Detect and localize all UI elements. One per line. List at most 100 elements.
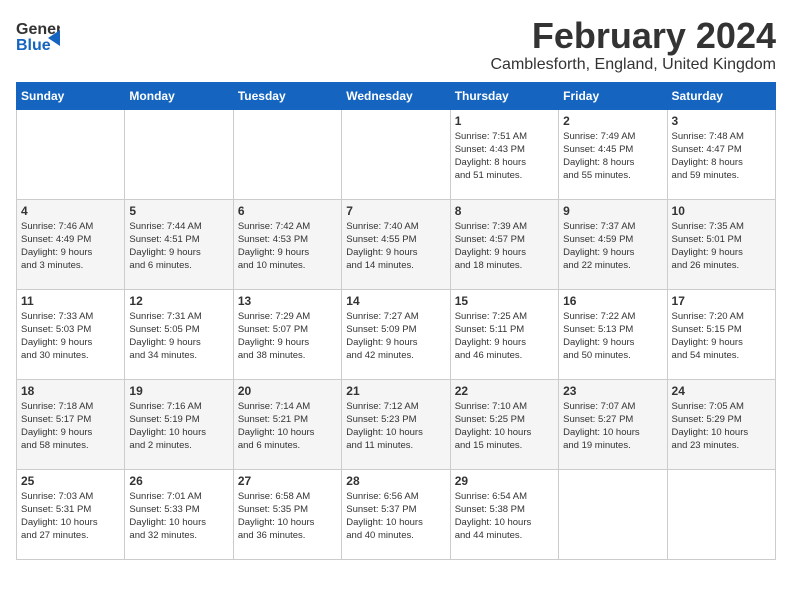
calendar-header-row: SundayMondayTuesdayWednesdayThursdayFrid… [17,82,776,109]
day-content: Sunrise: 7:49 AM Sunset: 4:45 PM Dayligh… [563,130,662,183]
calendar-cell: 20 Sunrise: 7:14 AM Sunset: 5:21 PM Dayli… [233,379,341,469]
day-number: 12 [129,294,228,308]
day-number: 4 [21,204,120,218]
calendar-cell: 12Sunrise: 7:31 AM Sunset: 5:05 PM Dayli… [125,289,233,379]
title-section: February 2024 Camblesforth, England, Uni… [491,16,777,74]
header-day-saturday: Saturday [667,82,775,109]
calendar-table: SundayMondayTuesdayWednesdayThursdayFrid… [16,82,776,560]
calendar-cell [667,469,775,559]
day-content: Sunrise: 7:40 AM Sunset: 4:55 PM Dayligh… [346,220,445,273]
day-content: Sunrise: 7:44 AM Sunset: 4:51 PM Dayligh… [129,220,228,273]
calendar-cell: 14 Sunrise: 7:27 AM Sunset: 5:09 PM Dayli… [342,289,450,379]
day-content: Sunrise: 7:07 AM Sunset: 5:27 PM Dayligh… [563,400,662,453]
day-content: Sunrise: 7:39 AM Sunset: 4:57 PM Dayligh… [455,220,554,273]
day-content: Sunrise: 7:01 AM Sunset: 5:33 PM Dayligh… [129,490,228,543]
day-content: Sunrise: 6:54 AM Sunset: 5:38 PM Dayligh… [455,490,554,543]
header-day-monday: Monday [125,82,233,109]
calendar-cell: 5 Sunrise: 7:44 AM Sunset: 4:51 PM Daylig… [125,199,233,289]
day-content: Sunrise: 7:22 AM Sunset: 5:13 PM Dayligh… [563,310,662,363]
day-number: 13 [238,294,337,308]
day-number: 23 [563,384,662,398]
day-number: 20 [238,384,337,398]
day-content: Sunrise: 7:48 AM Sunset: 4:47 PM Dayligh… [672,130,771,183]
header-day-friday: Friday [559,82,667,109]
day-content: Sunrise: 7:42 AM Sunset: 4:53 PM Dayligh… [238,220,337,273]
header-day-wednesday: Wednesday [342,82,450,109]
calendar-week-row: 11 Sunrise: 7:33 AM Sunset: 5:03 PM Dayli… [17,289,776,379]
header-day-thursday: Thursday [450,82,558,109]
location-title: Camblesforth, England, United Kingdom [491,56,777,74]
calendar-cell: 29 Sunrise: 6:54 AM Sunset: 5:38 PM Dayli… [450,469,558,559]
day-content: Sunrise: 7:18 AM Sunset: 5:17 PM Dayligh… [21,400,120,453]
calendar-cell: 26 Sunrise: 7:01 AM Sunset: 5:33 PM Dayli… [125,469,233,559]
logo: General Blue [16,16,60,54]
day-content: Sunrise: 7:27 AM Sunset: 5:09 PM Dayligh… [346,310,445,363]
day-number: 21 [346,384,445,398]
day-number: 9 [563,204,662,218]
day-number: 5 [129,204,228,218]
day-number: 6 [238,204,337,218]
calendar-cell: 4Sunrise: 7:46 AM Sunset: 4:49 PM Daylig… [17,199,125,289]
day-number: 17 [672,294,771,308]
calendar-cell: 25Sunrise: 7:03 AM Sunset: 5:31 PM Dayli… [17,469,125,559]
day-number: 2 [563,114,662,128]
calendar-week-row: 4Sunrise: 7:46 AM Sunset: 4:49 PM Daylig… [17,199,776,289]
day-number: 29 [455,474,554,488]
day-number: 14 [346,294,445,308]
calendar-cell: 24Sunrise: 7:05 AM Sunset: 5:29 PM Dayli… [667,379,775,469]
day-content: Sunrise: 7:10 AM Sunset: 5:25 PM Dayligh… [455,400,554,453]
calendar-week-row: 1 Sunrise: 7:51 AM Sunset: 4:43 PM Daylig… [17,109,776,199]
day-number: 11 [21,294,120,308]
calendar-cell: 2 Sunrise: 7:49 AM Sunset: 4:45 PM Daylig… [559,109,667,199]
calendar-body: 1 Sunrise: 7:51 AM Sunset: 4:43 PM Daylig… [17,109,776,559]
month-title: February 2024 [491,16,777,56]
calendar-cell: 21Sunrise: 7:12 AM Sunset: 5:23 PM Dayli… [342,379,450,469]
calendar-cell: 16 Sunrise: 7:22 AM Sunset: 5:13 PM Dayli… [559,289,667,379]
day-number: 27 [238,474,337,488]
day-number: 7 [346,204,445,218]
calendar-cell: 3 Sunrise: 7:48 AM Sunset: 4:47 PM Daylig… [667,109,775,199]
page-header: General Blue February 2024 Camblesforth,… [16,16,776,74]
day-number: 18 [21,384,120,398]
calendar-cell: 23 Sunrise: 7:07 AM Sunset: 5:27 PM Dayli… [559,379,667,469]
calendar-cell: 10 Sunrise: 7:35 AM Sunset: 5:01 PM Dayli… [667,199,775,289]
calendar-cell: 15 Sunrise: 7:25 AM Sunset: 5:11 PM Dayli… [450,289,558,379]
calendar-cell: 27 Sunrise: 6:58 AM Sunset: 5:35 PM Dayli… [233,469,341,559]
calendar-cell [233,109,341,199]
header-day-sunday: Sunday [17,82,125,109]
header-day-tuesday: Tuesday [233,82,341,109]
day-number: 15 [455,294,554,308]
calendar-cell [342,109,450,199]
day-content: Sunrise: 6:56 AM Sunset: 5:37 PM Dayligh… [346,490,445,543]
calendar-cell: 22 Sunrise: 7:10 AM Sunset: 5:25 PM Dayli… [450,379,558,469]
day-number: 19 [129,384,228,398]
day-content: Sunrise: 7:16 AM Sunset: 5:19 PM Dayligh… [129,400,228,453]
calendar-cell: 9 Sunrise: 7:37 AM Sunset: 4:59 PM Daylig… [559,199,667,289]
calendar-cell [559,469,667,559]
calendar-cell: 18 Sunrise: 7:18 AM Sunset: 5:17 PM Dayli… [17,379,125,469]
calendar-cell: 19 Sunrise: 7:16 AM Sunset: 5:19 PM Dayli… [125,379,233,469]
calendar-cell: 11 Sunrise: 7:33 AM Sunset: 5:03 PM Dayli… [17,289,125,379]
day-content: Sunrise: 7:35 AM Sunset: 5:01 PM Dayligh… [672,220,771,273]
calendar-cell: 13 Sunrise: 7:29 AM Sunset: 5:07 PM Dayli… [233,289,341,379]
day-content: Sunrise: 7:14 AM Sunset: 5:21 PM Dayligh… [238,400,337,453]
day-content: Sunrise: 7:37 AM Sunset: 4:59 PM Dayligh… [563,220,662,273]
calendar-week-row: 18 Sunrise: 7:18 AM Sunset: 5:17 PM Dayli… [17,379,776,469]
day-content: Sunrise: 7:25 AM Sunset: 5:11 PM Dayligh… [455,310,554,363]
calendar-cell: 1 Sunrise: 7:51 AM Sunset: 4:43 PM Daylig… [450,109,558,199]
day-number: 28 [346,474,445,488]
day-content: Sunrise: 7:33 AM Sunset: 5:03 PM Dayligh… [21,310,120,363]
day-number: 26 [129,474,228,488]
day-content: Sunrise: 6:58 AM Sunset: 5:35 PM Dayligh… [238,490,337,543]
day-number: 22 [455,384,554,398]
day-number: 1 [455,114,554,128]
day-content: Sunrise: 7:20 AM Sunset: 5:15 PM Dayligh… [672,310,771,363]
calendar-cell [17,109,125,199]
day-content: Sunrise: 7:51 AM Sunset: 4:43 PM Dayligh… [455,130,554,183]
day-number: 16 [563,294,662,308]
day-content: Sunrise: 7:29 AM Sunset: 5:07 PM Dayligh… [238,310,337,363]
day-number: 24 [672,384,771,398]
day-number: 10 [672,204,771,218]
logo-icon: General Blue [16,16,60,54]
day-number: 3 [672,114,771,128]
